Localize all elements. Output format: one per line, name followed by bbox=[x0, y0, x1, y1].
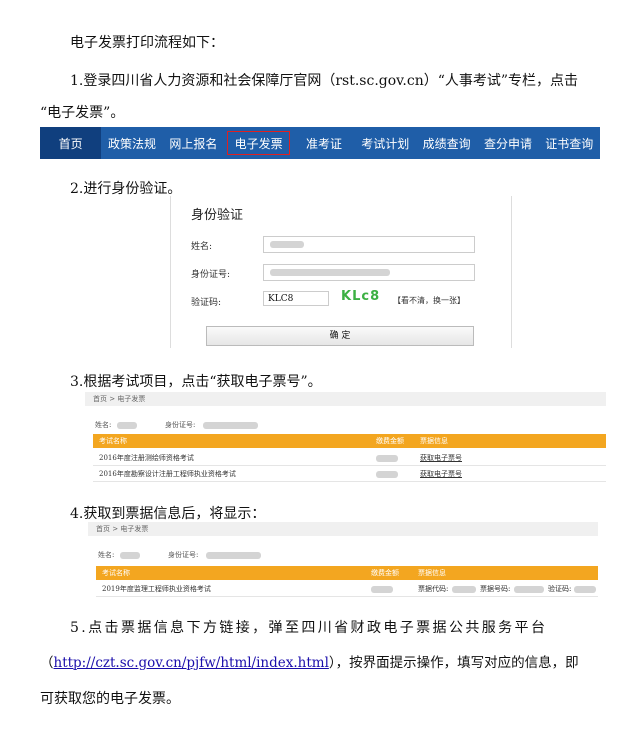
blurred-id bbox=[203, 422, 258, 429]
exam-name: 2019年度监理工程师执业资格考试 bbox=[102, 585, 211, 593]
captcha-image[interactable]: KLc8 bbox=[341, 289, 380, 304]
step3-text: 3.根据考试项目，点击“获取电子票号”。 bbox=[70, 374, 322, 390]
platform-link[interactable]: http://czt.sc.gov.cn/pjfw/html/index.htm… bbox=[54, 655, 329, 671]
get-ticket-link[interactable]: 获取电子票号 bbox=[420, 467, 462, 481]
captcha-label: 验证码: bbox=[191, 298, 222, 308]
blurred-name bbox=[117, 422, 137, 429]
captcha-input[interactable]: KLC8 bbox=[263, 291, 329, 306]
nav-score[interactable]: 成绩查询 bbox=[416, 127, 477, 159]
name-label: 姓名: bbox=[191, 242, 213, 252]
table-row: 2016年度注册测绘师资格考试 获取电子票号 bbox=[93, 451, 606, 466]
breadcrumb: 首页 > 电子发票 bbox=[85, 392, 606, 406]
step5-text-end: 可获取您的电子发票。 bbox=[40, 691, 180, 707]
blurred-name bbox=[120, 552, 140, 559]
nav-policy[interactable]: 政策法规 bbox=[101, 127, 162, 159]
blurred-name bbox=[270, 241, 304, 248]
col-bill: 票据信息 bbox=[418, 569, 446, 577]
name-label: 姓名: bbox=[98, 551, 115, 559]
site-nav-bar: 首页 政策法规 网上报名 电子发票 准考证 考试计划 成绩查询 查分申请 证书查… bbox=[40, 127, 600, 159]
col-bill: 票据信息 bbox=[420, 437, 448, 445]
exam-list-panel: 首页 > 电子发票 姓名: 身份证号: 考试名称 缴费金额 票据信息 2016年… bbox=[85, 392, 606, 484]
step5-line2: （http://czt.sc.gov.cn/pjfw/html/index.ht… bbox=[40, 651, 579, 671]
table-row: 2019年度监理工程师执业资格考试 票据代码: 票据号码: 验证码: bbox=[96, 582, 598, 597]
id-label: 身份证号: bbox=[168, 551, 199, 559]
nav-certificate[interactable]: 证书查询 bbox=[539, 127, 600, 159]
breadcrumb: 首页 > 电子发票 bbox=[88, 522, 598, 536]
table-row: 2016年度勘察设计注册工程师执业资格考试 获取电子票号 bbox=[93, 467, 606, 482]
step1-text: 1.登录四川省人力资源和社会保障厅官网（rst.sc.gov.cn）“人事考试”… bbox=[70, 73, 579, 89]
step4-text: 4.获取到票据信息后，将显示： bbox=[70, 506, 266, 522]
paren-open: （ bbox=[40, 655, 54, 671]
step5-text-after: ），按界面提示操作，填写对应的信息，即 bbox=[328, 655, 579, 671]
step5-text: 5.点击票据信息下方链接，弹至四川省财政电子票据公共服务平台 bbox=[70, 620, 548, 636]
blurred-bill-code bbox=[452, 586, 476, 593]
exam-name: 2016年度勘察设计注册工程师执业资格考试 bbox=[99, 470, 236, 478]
refresh-captcha-link[interactable]: 【看不清，换一张】 bbox=[393, 295, 465, 306]
col-fee: 缴费金额 bbox=[376, 437, 404, 445]
verify-code-label: 验证码: bbox=[548, 585, 572, 593]
step1-text-cont: “电子发票”。 bbox=[40, 105, 125, 121]
step2-text: 2.进行身份验证。 bbox=[70, 181, 182, 197]
bill-code-label: 票据代码: bbox=[418, 585, 449, 593]
blurred-fee bbox=[376, 455, 398, 462]
col-exam: 考试名称 bbox=[99, 437, 127, 445]
nav-home[interactable]: 首页 bbox=[40, 127, 102, 159]
id-input[interactable] bbox=[263, 264, 475, 281]
nav-admission[interactable]: 准考证 bbox=[293, 127, 354, 159]
nav-review[interactable]: 查分申请 bbox=[477, 127, 538, 159]
blurred-verify-code bbox=[574, 586, 596, 593]
exam-name: 2016年度注册测绘师资格考试 bbox=[99, 454, 194, 462]
blurred-id bbox=[206, 552, 261, 559]
identity-verify-panel: 身份验证 姓名: 身份证号: 验证码: KLC8 KLc8 【看不清，换一张】 … bbox=[170, 196, 512, 348]
bill-info-panel: 首页 > 电子发票 姓名: 身份证号: 考试名称 缴费金额 票据信息 2019年… bbox=[88, 522, 598, 598]
name-input[interactable] bbox=[263, 236, 475, 253]
id-label: 身份证号: bbox=[165, 421, 196, 429]
blurred-bill-no bbox=[514, 586, 544, 593]
page-heading: 电子发票打印流程如下： bbox=[70, 35, 224, 51]
get-ticket-link[interactable]: 获取电子票号 bbox=[420, 451, 462, 465]
table-header: 考试名称 缴费金额 票据信息 bbox=[93, 434, 606, 448]
nav-plan[interactable]: 考试计划 bbox=[355, 127, 416, 159]
name-label: 姓名: bbox=[95, 421, 112, 429]
nav-e-invoice[interactable]: 电子发票 bbox=[226, 131, 291, 155]
col-exam: 考试名称 bbox=[102, 569, 130, 577]
identity-verify-title: 身份验证 bbox=[191, 208, 244, 223]
bill-no-label: 票据号码: bbox=[480, 585, 511, 593]
col-fee: 缴费金额 bbox=[371, 569, 399, 577]
blurred-fee bbox=[371, 586, 393, 593]
nav-register[interactable]: 网上报名 bbox=[163, 127, 224, 159]
blurred-id bbox=[270, 269, 390, 276]
confirm-button[interactable]: 确 定 bbox=[206, 326, 474, 346]
blurred-fee bbox=[376, 471, 398, 478]
table-header: 考试名称 缴费金额 票据信息 bbox=[96, 566, 598, 580]
id-label: 身份证号: bbox=[191, 270, 231, 280]
